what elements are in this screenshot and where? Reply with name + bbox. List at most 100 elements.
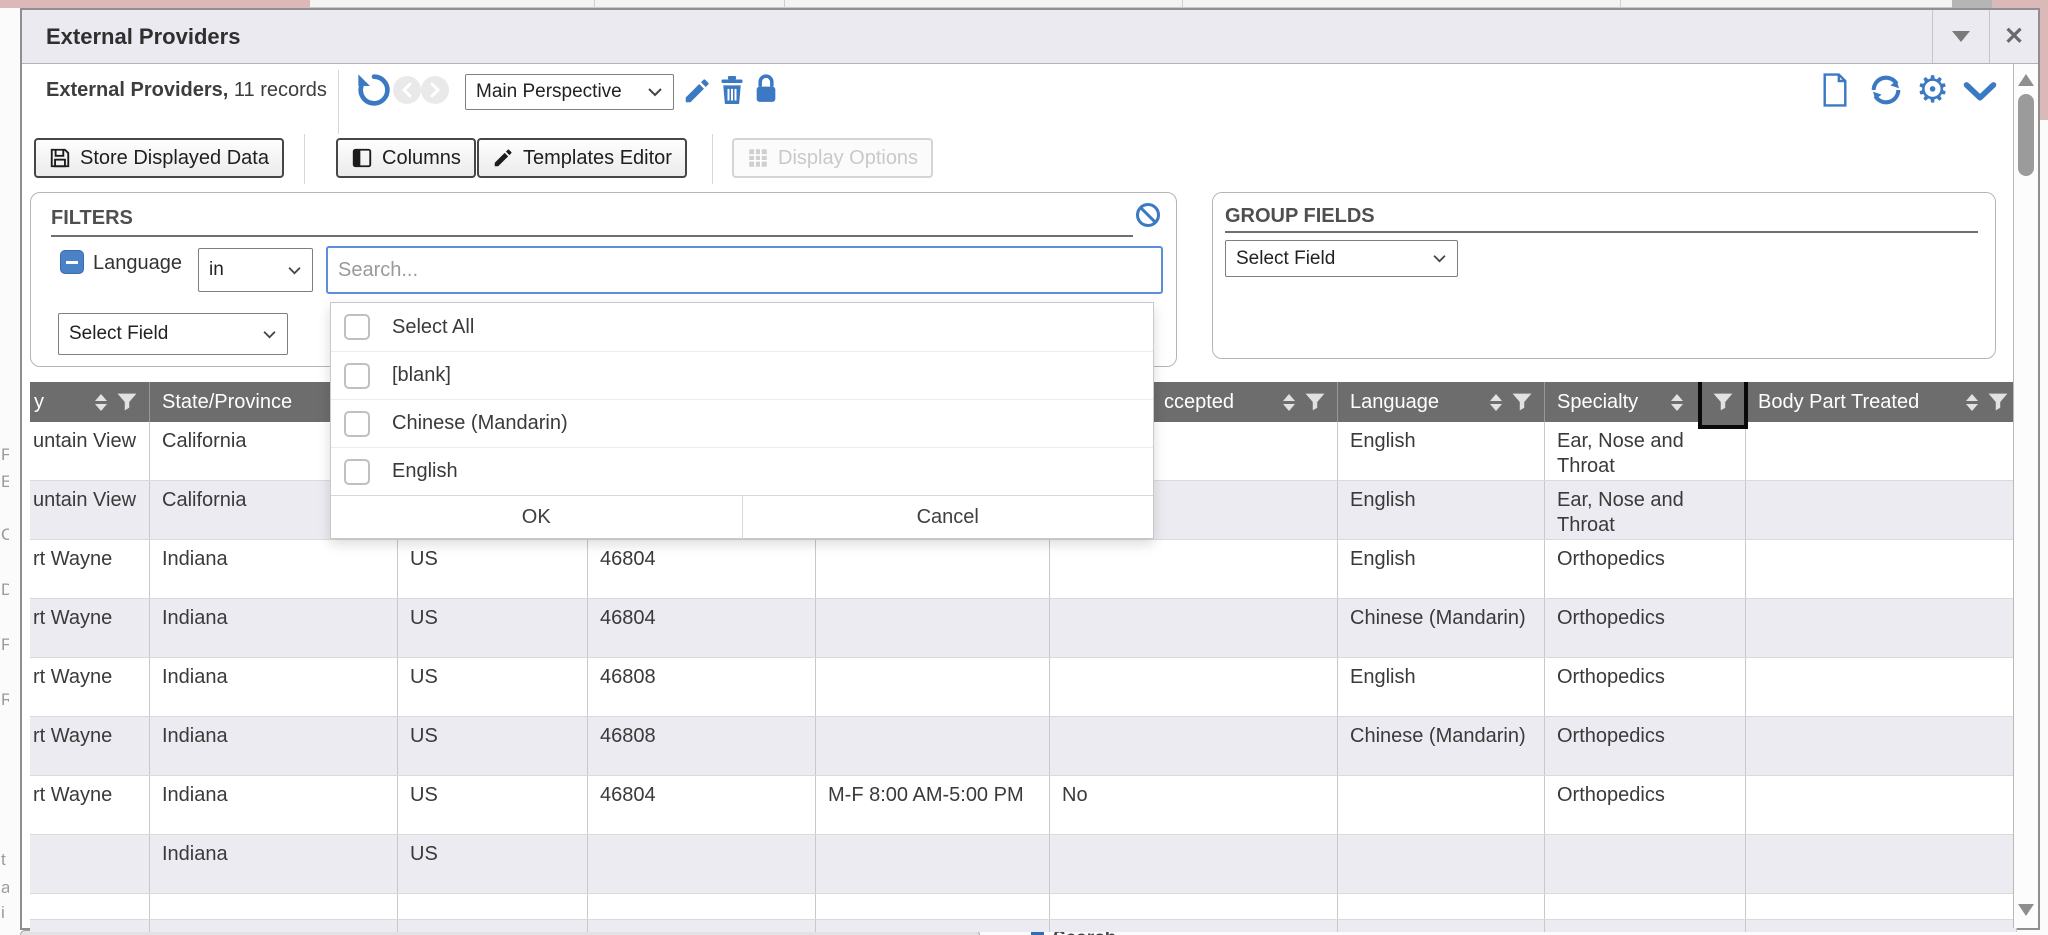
templates-editor-button[interactable]: Templates Editor bbox=[477, 138, 687, 178]
column-header-city[interactable]: y bbox=[30, 382, 150, 422]
background-gray-segment bbox=[1952, 0, 1992, 8]
chevron-right-icon bbox=[428, 82, 442, 98]
dropdown-buttons: OK Cancel bbox=[331, 495, 1153, 539]
group-field-select[interactable]: Select Field bbox=[1225, 240, 1458, 277]
vertical-scrollbar[interactable] bbox=[2013, 64, 2038, 928]
language-filter-dropdown: Select All [blank] Chinese (Mandarin) En… bbox=[330, 302, 1154, 539]
table-cell bbox=[1338, 894, 1545, 919]
filter-icon[interactable] bbox=[1713, 393, 1733, 411]
filter-icon[interactable] bbox=[1305, 393, 1325, 411]
dropdown-item-blank[interactable]: [blank] bbox=[331, 351, 1153, 399]
table-row[interactable] bbox=[30, 894, 2017, 920]
dropdown-item-english[interactable]: English bbox=[331, 447, 1153, 495]
filter-operator-select[interactable]: in bbox=[198, 248, 313, 292]
table-cell bbox=[1050, 658, 1338, 716]
table-cell: Ear, Nose and Throat bbox=[1545, 422, 1746, 480]
table-row[interactable]: rt WayneIndianaUS46804Chinese (Mandarin)… bbox=[30, 599, 2017, 658]
background-text-fragment: i bbox=[1, 903, 9, 923]
columns-button[interactable]: Columns bbox=[336, 138, 476, 178]
table-row[interactable] bbox=[30, 920, 2017, 932]
scroll-down-icon[interactable] bbox=[2018, 904, 2034, 916]
refresh-button[interactable] bbox=[1868, 72, 1904, 108]
cancel-button[interactable]: Cancel bbox=[742, 496, 1154, 539]
chevron-down-icon bbox=[1432, 254, 1447, 263]
toolbar-divider bbox=[712, 134, 713, 184]
undo-button[interactable] bbox=[354, 70, 394, 110]
sort-icon[interactable] bbox=[95, 394, 107, 411]
table-row[interactable]: IndianaUS bbox=[30, 835, 2017, 894]
filter-icon[interactable] bbox=[117, 393, 137, 411]
column-header-language[interactable]: Language bbox=[1338, 382, 1545, 422]
checkbox-icon[interactable] bbox=[344, 459, 370, 485]
table-cell bbox=[150, 920, 398, 932]
checkbox-icon[interactable] bbox=[344, 363, 370, 389]
columns-icon bbox=[351, 147, 373, 169]
ok-button[interactable]: OK bbox=[331, 496, 742, 539]
collapse-dialog-button[interactable] bbox=[1932, 10, 1989, 63]
table-cell bbox=[150, 894, 398, 919]
table-cell: untain View bbox=[30, 422, 150, 480]
table-cell: rt Wayne bbox=[30, 717, 150, 775]
table-row[interactable]: rt WayneIndianaUS46808Chinese (Mandarin)… bbox=[30, 717, 2017, 776]
table-row[interactable]: rt WayneIndianaUS46804EnglishOrthopedics bbox=[30, 540, 2017, 599]
sort-icon[interactable] bbox=[1671, 394, 1683, 411]
table-cell bbox=[30, 920, 150, 932]
filter-row-checkbox[interactable] bbox=[60, 250, 84, 274]
store-displayed-data-button[interactable]: Store Displayed Data bbox=[34, 138, 284, 178]
table-cell: rt Wayne bbox=[30, 658, 150, 716]
undo-icon bbox=[354, 70, 394, 110]
checkbox-icon[interactable] bbox=[344, 314, 370, 340]
collapse-toolbar-button[interactable] bbox=[1963, 82, 1997, 102]
checkbox-icon[interactable] bbox=[344, 411, 370, 437]
background-text-fragment: E bbox=[1, 472, 9, 492]
close-dialog-button[interactable]: ✕ bbox=[1989, 10, 2038, 63]
sort-icon[interactable] bbox=[1283, 394, 1295, 411]
next-perspective-button[interactable] bbox=[421, 76, 449, 104]
edit-perspective-button[interactable] bbox=[682, 76, 712, 106]
background-pink-edge bbox=[2040, 8, 2048, 120]
table-cell bbox=[1746, 481, 2017, 539]
display-options-label: Display Options bbox=[778, 147, 918, 170]
perspective-select-value: Main Perspective bbox=[476, 81, 622, 103]
background-divider bbox=[1620, 0, 1621, 8]
scroll-up-icon[interactable] bbox=[2018, 74, 2034, 86]
background-pink-segment bbox=[0, 0, 310, 8]
filters-panel-rule bbox=[51, 235, 1133, 237]
templates-editor-label: Templates Editor bbox=[523, 147, 672, 170]
table-row[interactable]: rt WayneIndianaUS46804M-F 8:00 AM-5:00 P… bbox=[30, 776, 2017, 835]
table-cell bbox=[1746, 599, 2017, 657]
filter-search-input[interactable] bbox=[326, 246, 1163, 294]
filter-icon[interactable] bbox=[1988, 393, 2008, 411]
lock-perspective-button[interactable] bbox=[752, 72, 780, 106]
table-cell bbox=[1746, 540, 2017, 598]
table-cell bbox=[588, 835, 816, 893]
settings-gear-icon[interactable]: ⚙ bbox=[1916, 70, 1949, 110]
sort-icon[interactable] bbox=[1490, 394, 1502, 411]
table-cell bbox=[1338, 776, 1545, 834]
dropdown-item-chinese-mandarin[interactable]: Chinese (Mandarin) bbox=[331, 399, 1153, 447]
clear-filters-button[interactable] bbox=[1134, 201, 1162, 229]
column-header-specialty[interactable]: Specialty bbox=[1545, 382, 1746, 422]
background-text-fragment: t bbox=[1, 850, 9, 870]
dropdown-item-select-all[interactable]: Select All bbox=[331, 303, 1153, 351]
table-row[interactable]: rt WayneIndianaUS46808EnglishOrthopedics bbox=[30, 658, 2017, 717]
perspective-select[interactable]: Main Perspective bbox=[465, 74, 674, 110]
external-providers-dialog: External Providers ✕ External Providers,… bbox=[20, 8, 2040, 930]
pencil-icon bbox=[492, 147, 514, 169]
table-cell bbox=[1746, 894, 2017, 919]
background-text-fragment: F bbox=[1, 445, 9, 465]
sort-icon[interactable] bbox=[1966, 394, 1978, 411]
table-cell: 46808 bbox=[588, 717, 816, 775]
scrollbar-thumb[interactable] bbox=[2018, 94, 2034, 176]
table-cell: English bbox=[1338, 658, 1545, 716]
background-text-fragment: a bbox=[1, 878, 9, 898]
delete-perspective-button[interactable] bbox=[718, 74, 746, 106]
column-header-body-part-treated[interactable]: Body Part Treated bbox=[1746, 382, 2017, 422]
background-text-fragment: R bbox=[1, 690, 9, 710]
background-tab-strip bbox=[0, 0, 2048, 8]
add-filter-field-select[interactable]: Select Field bbox=[58, 313, 288, 355]
table-cell: US bbox=[398, 540, 588, 598]
filter-icon[interactable] bbox=[1512, 393, 1532, 411]
previous-perspective-button[interactable] bbox=[393, 76, 421, 104]
new-document-button[interactable] bbox=[1819, 72, 1851, 108]
